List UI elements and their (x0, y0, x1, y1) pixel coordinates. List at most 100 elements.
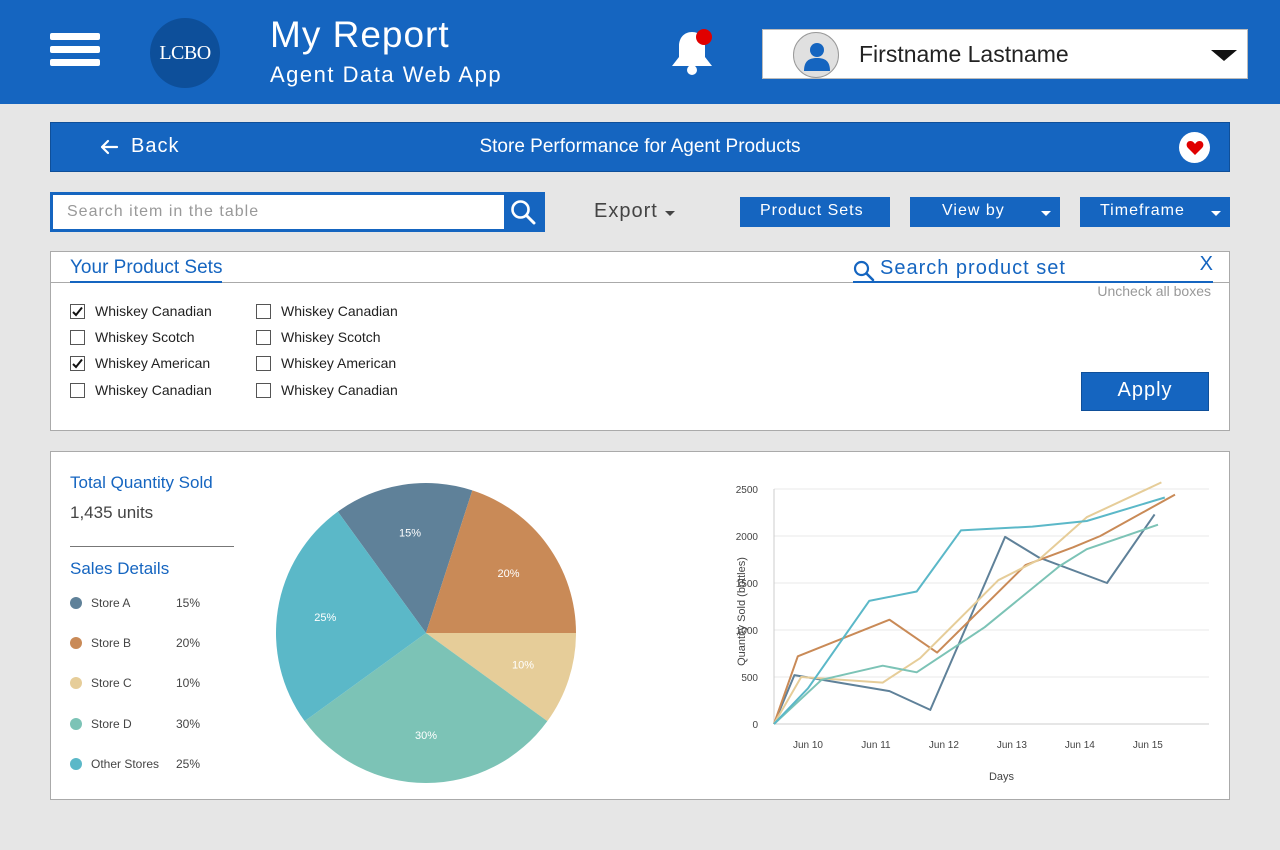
product-sets-title: Your Product Sets (70, 257, 223, 283)
legend-store-name: Store D (91, 717, 132, 731)
product-set-checkbox-row[interactable]: Whiskey Scotch (256, 329, 381, 345)
series-line (773, 481, 1162, 725)
sales-details-label: Sales Details (70, 559, 170, 578)
search-icon (853, 260, 875, 282)
legend-item: Other Stores 25% (70, 757, 200, 771)
product-set-label: Whiskey Scotch (281, 329, 381, 345)
heart-icon (1186, 140, 1203, 155)
checkbox-unchecked[interactable] (256, 355, 271, 371)
x-tick-label: Jun 10 (793, 740, 823, 751)
product-set-checkbox-row[interactable]: Whiskey Canadian (70, 303, 212, 319)
legend-store-name: Other Stores (91, 757, 160, 771)
product-set-checkbox-row[interactable]: Whiskey Canadian (70, 382, 212, 398)
checkbox-unchecked[interactable] (256, 382, 271, 398)
x-tick-label: Jun 12 (929, 740, 959, 751)
lcbo-logo: LCBO (150, 18, 220, 88)
apply-button[interactable]: Apply (1081, 372, 1209, 411)
chevron-down-icon (664, 211, 675, 216)
favorite-button[interactable] (1179, 132, 1210, 163)
page-title-bar: Back Store Performance for Agent Product… (50, 122, 1230, 172)
product-set-label: Whiskey American (281, 355, 397, 371)
chevron-down-icon (1041, 211, 1051, 216)
pie-slice-label: 10% (512, 660, 534, 672)
timeframe-label: Timeframe (1100, 202, 1185, 219)
search-icon (511, 200, 536, 225)
product-sets-panel: Your Product Sets Search product set X U… (50, 251, 1230, 431)
x-tick-label: Jun 11 (861, 740, 891, 751)
table-search-input[interactable] (53, 195, 505, 229)
checkbox-unchecked[interactable] (70, 329, 85, 345)
legend-percent: 10% (176, 676, 201, 690)
series-line (773, 496, 1166, 725)
product-set-label: Whiskey American (95, 355, 211, 371)
product-sets-button[interactable]: Product Sets (740, 197, 890, 227)
y-tick-label: 2500 (736, 485, 759, 496)
product-set-search-placeholder: Search product set (880, 257, 1066, 279)
page-title: Store Performance for Agent Products (479, 136, 801, 157)
chevron-down-icon[interactable] (1211, 50, 1237, 61)
x-axis-label: Days (989, 771, 1015, 783)
user-account-dropdown[interactable]: Firstname Lastname (762, 29, 1248, 79)
divider (70, 546, 234, 547)
product-set-checkbox-row[interactable]: Whiskey American (256, 355, 396, 371)
export-label: Export (594, 200, 658, 222)
checkbox-checked[interactable] (70, 355, 85, 371)
legend-swatch (70, 637, 82, 649)
user-name: Firstname Lastname (859, 41, 1069, 67)
product-set-checkbox-row[interactable]: Whiskey American (70, 355, 210, 371)
export-dropdown[interactable]: Export (594, 200, 675, 223)
legend-swatch (70, 718, 82, 730)
legend-store-name: Store C (91, 676, 132, 690)
product-set-search[interactable]: Search product set X (853, 253, 1213, 283)
legend-swatch (70, 597, 82, 609)
pie-slice-label: 15% (399, 527, 421, 539)
hamburger-menu-icon[interactable] (50, 33, 100, 73)
product-sets-label: Product Sets (760, 202, 864, 219)
search-button[interactable] (504, 195, 542, 229)
checkbox-unchecked[interactable] (70, 382, 85, 398)
table-search (50, 192, 545, 232)
legend-item: Store C 10% (70, 676, 200, 690)
notification-bell-icon[interactable] (668, 28, 716, 78)
checkbox-unchecked[interactable] (256, 329, 271, 345)
y-tick-label: 500 (741, 673, 758, 684)
x-tick-label: Jun 15 (1133, 740, 1163, 751)
legend-percent: 20% (176, 636, 201, 650)
uncheck-all-link[interactable]: Uncheck all boxes (1097, 283, 1211, 299)
legend-percent: 25% (176, 757, 201, 771)
product-set-label: Whiskey Canadian (281, 303, 398, 319)
timeframe-dropdown[interactable]: Timeframe (1080, 197, 1230, 227)
pie-slice-label: 25% (314, 612, 336, 624)
clear-search-button[interactable]: X (1200, 253, 1213, 276)
avatar-icon (793, 32, 839, 78)
x-tick-label: Jun 13 (997, 740, 1027, 751)
dashboard-panel: Total Quantity Sold 1,435 units Sales De… (50, 451, 1230, 800)
total-quantity-label: Total Quantity Sold (70, 473, 213, 492)
view-by-label: View by (942, 202, 1005, 219)
legend-store-name: Store A (91, 596, 131, 610)
legend-item: Store A 15% (70, 596, 200, 610)
app-title: My Report (270, 14, 450, 55)
chevron-down-icon (1211, 211, 1221, 216)
y-tick-label: 2000 (736, 532, 759, 543)
legend-item: Store D 30% (70, 717, 200, 731)
product-set-label: Whiskey Scotch (95, 329, 195, 345)
y-tick-label: 0 (752, 720, 758, 731)
product-set-checkbox-row[interactable]: Whiskey Canadian (256, 382, 398, 398)
checkbox-unchecked[interactable] (256, 303, 271, 319)
product-set-label: Whiskey Canadian (281, 382, 398, 398)
legend-item: Store B 20% (70, 636, 200, 650)
checkmark-icon (72, 306, 83, 316)
line-chart: 05001000150020002500Jun 10 Jun 11 Jun 12 Ju… (736, 481, 1209, 783)
checkbox-checked[interactable] (70, 303, 85, 319)
legend-swatch (70, 677, 82, 689)
product-set-checkbox-row[interactable]: Whiskey Scotch (70, 329, 195, 345)
pie-slice-label: 30% (415, 730, 437, 742)
product-set-checkbox-row[interactable]: Whiskey Canadian (256, 303, 398, 319)
view-by-dropdown[interactable]: View by (910, 197, 1060, 227)
product-set-label: Whiskey Canadian (95, 382, 212, 398)
x-tick-label: Jun 14 (1065, 740, 1095, 751)
legend-percent: 30% (176, 717, 201, 731)
total-quantity-value: 1,435 units (70, 503, 154, 522)
y-axis-label: Quantity Sold (bottles) (736, 557, 748, 666)
